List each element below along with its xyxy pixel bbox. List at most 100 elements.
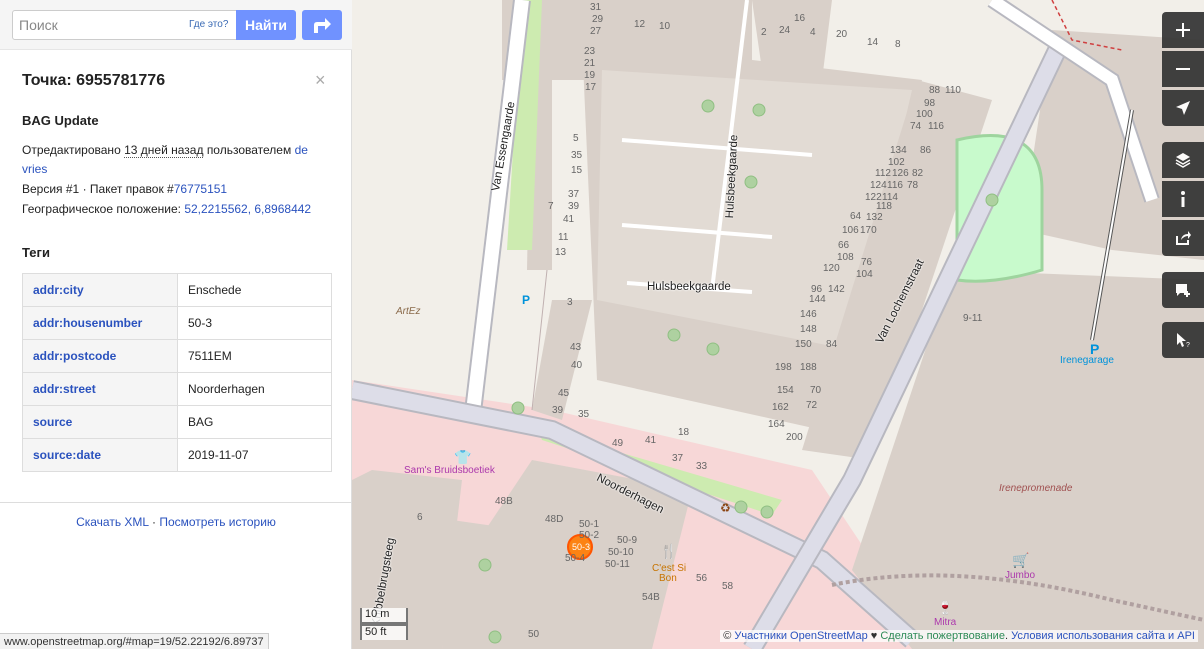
edit-info: Отредактировано 13 дней назад пользовате… [22,141,332,179]
location-info: Географическое положение: 52,2215562, 6,… [22,200,311,219]
house-number: 74 [910,121,922,132]
house-number: 116 [887,180,903,191]
house-number: 56 [696,573,708,584]
zoom-out-button[interactable] [1162,51,1204,87]
house-number: 150 [795,339,812,350]
house-number: 142 [828,284,845,295]
changeset-link[interactable]: 76775151 [174,182,227,196]
house-number: 10 [659,21,671,32]
house-number: 3 [567,297,573,308]
edited-time: 13 дней назад [124,143,204,158]
house-number: 43 [570,342,582,353]
house-number: 110 [945,85,961,96]
panel-footer: Скачать XML · Посмотреть историю [0,515,352,529]
tag-key[interactable]: source [22,405,178,439]
sidebar: Где это? Найти Точка: 6955781776 × BAG U… [0,0,352,649]
house-number: 112 [875,168,891,179]
house-number: 54B [642,592,660,603]
house-number: 21 [584,58,596,69]
info-icon [1181,191,1185,207]
table-row: source BAG [22,405,332,439]
where-is-this-link[interactable]: Где это? [189,19,228,30]
close-icon[interactable]: × [315,70,326,91]
directions-button[interactable] [302,10,342,40]
house-number: 104 [856,269,873,280]
zoom-in-button[interactable] [1162,12,1204,48]
svg-text:?: ? [1186,342,1190,348]
terms-link[interactable]: Условия использования сайта и API [1011,630,1195,642]
search-button[interactable]: Найти [236,10,296,40]
street-label: Hulsbeekgaarde [647,281,731,293]
house-number: 50-9 [617,535,638,546]
donate-link[interactable]: Сделать пожертвование [880,630,1005,642]
house-number: 35 [578,409,590,420]
share-icon [1176,231,1191,245]
house-number: 100 [916,109,933,120]
map-canvas: P P 👕 🛒 🍷 🍴 ♻ [352,0,1204,649]
house-number: 49 [612,438,624,449]
house-number: 37 [672,453,684,464]
share-button[interactable] [1162,220,1204,256]
house-number: 66 [838,240,850,251]
location-arrow-icon [1176,101,1190,115]
house-number: 154 [777,385,794,396]
query-features-button[interactable]: ? [1162,322,1204,358]
svg-text:🍴: 🍴 [660,543,677,560]
house-number: 70 [810,385,822,396]
copyright-symbol: © [723,630,735,642]
house-number: 31 [590,2,602,13]
house-number: 9-11 [963,313,983,324]
house-number: 19 [584,70,596,81]
house-number: 20 [836,29,848,40]
house-number: 11 [558,232,569,243]
legend-button[interactable] [1162,181,1204,217]
house-number: 41 [645,435,657,446]
house-number: 58 [722,581,734,592]
tag-key[interactable]: addr:housenumber [22,306,178,340]
location-link[interactable]: 52,2215562, 6,8968442 [184,202,311,216]
house-number: 72 [806,400,818,411]
svg-text:♻: ♻ [720,501,731,515]
layers-button[interactable] [1162,142,1204,178]
svg-text:🛒: 🛒 [1012,552,1029,569]
tag-key[interactable]: source:date [22,438,178,472]
svg-text:🍷: 🍷 [937,600,953,615]
contributors-link[interactable]: Участники OpenStreetMap [734,630,867,642]
attribution: © Участники OpenStreetMap ♥ Сделать поже… [720,630,1198,642]
house-number: 39 [568,201,580,212]
house-number: 45 [558,388,570,399]
house-number: 146 [800,309,817,320]
add-note-button[interactable] [1162,272,1204,308]
poi-label: Bon [659,573,677,584]
download-xml-link[interactable]: Скачать XML [76,515,149,529]
house-number: 50-10 [608,547,634,558]
house-number: 132 [866,212,883,223]
version-info: Версия #1 · Пакет правок #76775151 [22,180,227,199]
tag-key[interactable]: addr:street [22,372,178,406]
edited-by-prefix: пользователем [206,143,292,157]
house-number: 7 [548,201,554,212]
cursor-query-icon: ? [1177,333,1190,348]
tags-table: addr:city Enschede addr:housenumber 50-3 a… [22,273,332,472]
house-number: 16 [794,13,806,24]
house-number: 124 [870,180,887,191]
tag-key[interactable]: addr:city [22,273,178,307]
locate-button[interactable] [1162,90,1204,126]
house-number: 33 [696,461,708,472]
location-prefix: Географическое положение: [22,202,181,216]
version-text: Версия #1 · Пакет правок # [22,182,174,196]
house-number: 17 [585,82,597,93]
edited-prefix: Отредактировано [22,143,121,157]
layers-icon [1175,153,1191,168]
minus-icon [1176,68,1190,70]
tag-value: 7511EM [177,339,332,373]
house-number: 14 [867,37,879,48]
house-number: 50-4 [565,553,586,564]
house-number: 200 [786,432,803,443]
tag-key[interactable]: addr:postcode [22,339,178,373]
view-history-link[interactable]: Посмотреть историю [159,515,276,529]
map-view[interactable]: P P 👕 🛒 🍷 🍴 ♻ Van Essengaarde Hulsbeekga… [352,0,1204,649]
house-number: 50-1 [579,519,600,530]
tags-heading: Теги [22,245,50,260]
house-number: 8 [895,39,901,50]
